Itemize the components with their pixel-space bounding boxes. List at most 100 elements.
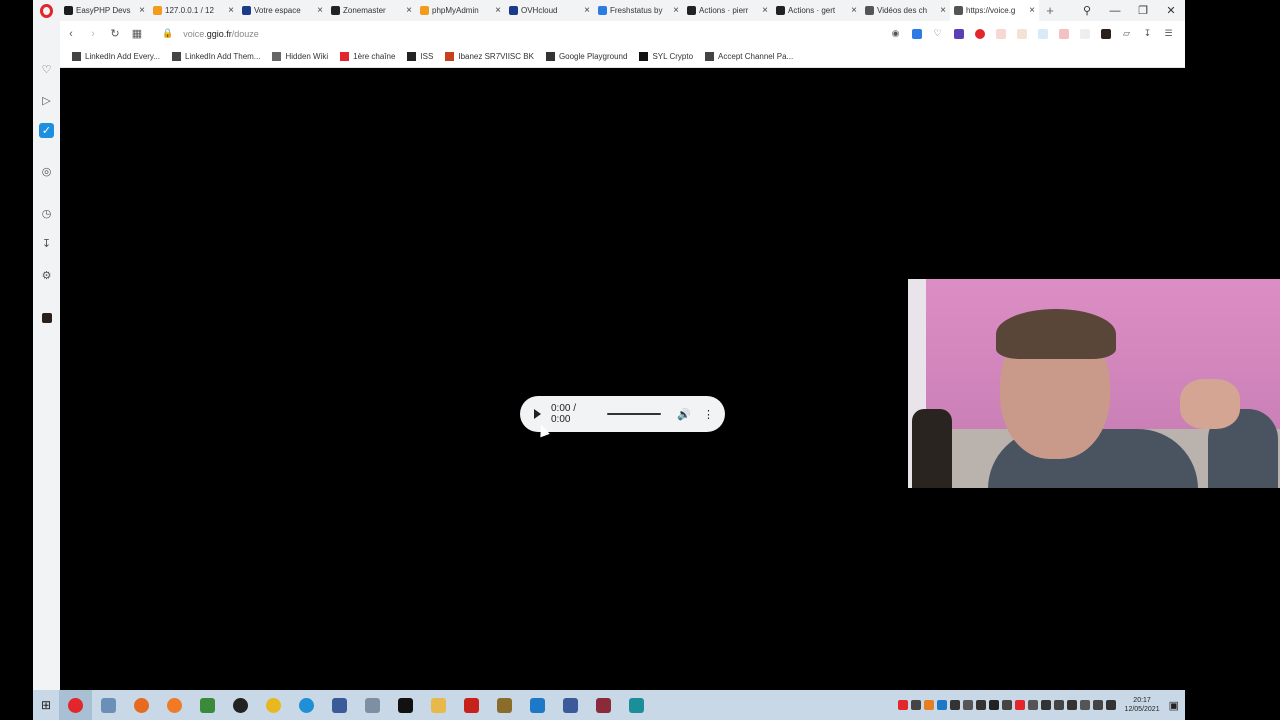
extension-icon[interactable] [1076, 27, 1093, 41]
lock-icon[interactable]: 🔒 [162, 28, 173, 39]
bookmark-item[interactable]: ISS [407, 52, 433, 61]
minimize-button[interactable]: — [1101, 5, 1129, 17]
opera-menu-button[interactable] [33, 0, 60, 21]
audio-player[interactable]: 0:00 / 0:00 🔊 ⋮ [520, 396, 725, 432]
tab[interactable]: Vidéos des ch × [861, 0, 950, 21]
tray-icon[interactable] [910, 700, 921, 710]
speed-dial-icon[interactable]: ▦ [126, 27, 148, 40]
tab[interactable]: OVHcloud × [505, 0, 594, 21]
tab-close-icon[interactable]: × [228, 5, 234, 16]
tray-icon[interactable] [962, 700, 973, 710]
taskbar-app-chrome[interactable] [257, 690, 290, 720]
tray-icon[interactable] [1014, 700, 1025, 710]
bookmark-item[interactable]: LinkedIn Add Every... [72, 52, 160, 61]
tab-close-icon[interactable]: × [851, 5, 857, 16]
flow-icon[interactable]: ◎ [39, 164, 54, 179]
notification-icon[interactable]: ▣ [1169, 699, 1179, 712]
search-tabs-icon[interactable]: ⚲ [1073, 4, 1101, 17]
taskbar-app-terminal[interactable] [389, 690, 422, 720]
url-field[interactable]: voice.ggio.fr/douze [183, 29, 259, 39]
taskbar-app[interactable] [323, 690, 356, 720]
extension-icon[interactable] [950, 27, 967, 41]
system-clock[interactable]: 20:17 12/05/2021 [1125, 696, 1160, 714]
bookmark-item[interactable]: SYL Crypto [639, 52, 693, 61]
tab-close-icon[interactable]: × [317, 5, 323, 16]
settings-gear-icon[interactable]: ⚙ [39, 268, 54, 283]
taskbar-app-opera[interactable] [59, 690, 92, 720]
tab[interactable]: phpMyAdmin × [416, 0, 505, 21]
tab-close-icon[interactable]: × [940, 5, 946, 16]
camera-icon[interactable]: ◉ [887, 27, 904, 41]
tab[interactable]: https://voice.g × [950, 0, 1039, 21]
extension-icon[interactable] [1034, 27, 1051, 41]
taskbar-app[interactable] [224, 690, 257, 720]
tray-icon[interactable] [936, 700, 947, 710]
more-options-icon[interactable]: ⋮ [703, 408, 714, 421]
tray-icon[interactable] [975, 700, 986, 710]
forward-button[interactable]: › [82, 28, 104, 40]
tab[interactable]: Votre espace × [238, 0, 327, 21]
extension-icon[interactable] [1055, 27, 1072, 41]
maximize-button[interactable]: ❐ [1129, 4, 1157, 17]
player-icon[interactable]: ▷ [39, 93, 54, 108]
adblock-icon[interactable] [971, 27, 988, 41]
taskbar-app-filezilla[interactable] [455, 690, 488, 720]
taskbar-app[interactable] [92, 690, 125, 720]
tab-close-icon[interactable]: × [406, 5, 412, 16]
tab[interactable]: 127.0.0.1 / 12 × [149, 0, 238, 21]
play-icon[interactable] [534, 409, 541, 419]
tab[interactable]: EasyPHP Devs × [60, 0, 149, 21]
tab[interactable]: Freshstatus by × [594, 0, 683, 21]
taskbar-app-git[interactable] [191, 690, 224, 720]
tab[interactable]: Actions · pierr × [683, 0, 772, 21]
tray-icon[interactable] [949, 700, 960, 710]
tray-icon[interactable] [1001, 700, 1012, 710]
bookmark-item[interactable]: Hidden Wiki [272, 52, 328, 61]
network-icon[interactable] [1092, 700, 1103, 710]
bookmark-item[interactable]: LinkedIn Add Them... [172, 52, 260, 61]
extension-icon[interactable] [39, 310, 54, 325]
extension-icon[interactable] [992, 27, 1009, 41]
tab[interactable]: Zonemaster × [327, 0, 416, 21]
taskbar-app[interactable] [356, 690, 389, 720]
bookmark-item[interactable]: Ibanez SR7VIISC BK [445, 52, 534, 61]
download-icon[interactable]: ↧ [39, 236, 54, 251]
heart-icon[interactable]: ♡ [39, 62, 54, 77]
taskbar-app[interactable] [158, 690, 191, 720]
audio-progress-bar[interactable] [606, 413, 662, 415]
history-icon[interactable]: ◷ [39, 206, 54, 221]
close-window-button[interactable]: ✕ [1157, 4, 1185, 17]
taskbar-app-firefox[interactable] [125, 690, 158, 720]
tab[interactable]: Actions · gert × [772, 0, 861, 21]
tab-close-icon[interactable]: × [673, 5, 679, 16]
windows-start-icon[interactable]: ⊞ [33, 698, 59, 712]
tab-close-icon[interactable]: × [584, 5, 590, 16]
tray-icon[interactable] [988, 700, 999, 710]
easy-setup-icon[interactable]: ☰ [1160, 27, 1177, 41]
volume-icon[interactable]: 🔊 [677, 408, 691, 421]
taskbar-app-explorer[interactable] [422, 690, 455, 720]
back-button[interactable]: ‹ [60, 28, 82, 40]
tray-icon[interactable] [1040, 700, 1051, 710]
tray-icon[interactable] [1027, 700, 1038, 710]
tab-close-icon[interactable]: × [1029, 5, 1035, 16]
download-icon[interactable]: ↧ [1139, 27, 1156, 41]
tab-close-icon[interactable]: × [495, 5, 501, 16]
heart-icon[interactable]: ♡ [929, 27, 946, 41]
taskbar-app-vscode[interactable] [521, 690, 554, 720]
taskbar-app[interactable] [587, 690, 620, 720]
cube-icon[interactable]: ▱ [1118, 27, 1135, 41]
taskbar-app[interactable] [620, 690, 653, 720]
bookmark-item[interactable]: Google Playground [545, 52, 627, 61]
extension-icon[interactable] [1013, 27, 1030, 41]
bookmark-item[interactable]: Accept Channel Pa... [705, 52, 793, 61]
volume-icon[interactable] [1105, 700, 1116, 710]
new-tab-button[interactable]: + [1039, 3, 1061, 18]
tray-icon[interactable] [1053, 700, 1064, 710]
tray-icon[interactable] [1066, 700, 1077, 710]
tray-icon[interactable] [1079, 700, 1090, 710]
reload-button[interactable]: ↻ [104, 27, 126, 40]
taskbar-app[interactable] [554, 690, 587, 720]
bookmark-item[interactable]: 1ère chaîne [340, 52, 395, 61]
shield-icon[interactable] [908, 27, 925, 41]
